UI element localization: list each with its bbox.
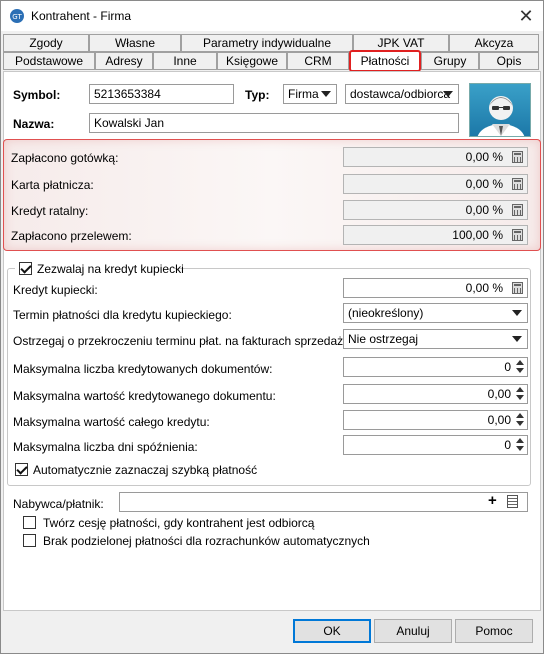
max-doc-value-label: Maksymalna wartość kredytowanego dokumen… [13,389,276,403]
kredyt-ratalny-field[interactable]: 0,00 % [343,200,528,220]
przelew-field[interactable]: 100,00 % [343,225,528,245]
max-total-label: Maksymalna wartość całego kredytu: [13,415,210,429]
calculator-icon[interactable] [512,229,523,241]
spinner-icon[interactable] [515,413,525,427]
karta-label: Karta płatnicza: [11,178,94,192]
app-icon: GT [10,9,24,23]
cancel-button[interactable]: Anuluj [374,619,452,643]
symbol-field[interactable]: 5213653384 [89,84,234,104]
calculator-icon[interactable] [512,178,523,190]
payer-field[interactable] [119,492,528,512]
przelew-value: 100,00 % [452,228,503,242]
typ-select[interactable]: Firma [283,84,337,104]
help-button[interactable]: Pomoc [455,619,533,643]
max-days-field[interactable]: 0 [343,435,528,455]
typ-label: Typ: [245,88,270,102]
split-payment-checkbox[interactable] [23,534,36,547]
karta-value: 0,00 % [465,177,503,191]
tab-crm[interactable]: CRM [287,52,349,70]
tab-zgody[interactable]: Zgody [3,34,89,52]
max-docs-field[interactable]: 0 [343,357,528,377]
list-icon[interactable] [507,495,518,508]
tab-podstawowe[interactable]: Podstawowe [3,52,95,70]
typ2-select[interactable]: dostawca/odbiorca [345,84,459,104]
kredyt-ratalny-label: Kredyt ratalny: [11,204,89,218]
person-icon [477,96,525,136]
gotowka-field[interactable]: 0,00 % [343,147,528,167]
dialog-window: GT Kontrahent - Firma ✕ Zgody Własne Par… [0,0,544,654]
tab-grupy[interactable]: Grupy [421,52,479,70]
calculator-icon[interactable] [512,151,523,163]
max-total-value: 0,00 [487,413,511,427]
kredyt-ratalny-value: 0,00 % [465,203,503,217]
max-doc-value-field[interactable]: 0,00 [343,384,528,404]
enable-credit-checkbox[interactable] [19,262,32,275]
max-total-field[interactable]: 0,00 [343,410,528,430]
cesja-label: Twórz cesję płatności, gdy kontrahent je… [43,516,315,530]
kredyt-kupiecki-field[interactable]: 0,00 % [343,278,528,298]
max-docs-value: 0 [504,360,511,374]
tab-inne[interactable]: Inne [153,52,217,70]
nazwa-field[interactable]: Kowalski Jan [89,113,459,133]
add-icon[interactable]: + [488,493,497,509]
payer-label: Nabywca/płatnik: [13,497,104,511]
tab-ksiegowe[interactable]: Księgowe [217,52,287,70]
chevron-down-icon [512,336,522,342]
kredyt-kupiecki-value: 0,00 % [465,281,503,295]
typ-value: Firma [288,87,319,101]
close-icon[interactable]: ✕ [515,5,537,27]
window-title: Kontrahent - Firma [31,9,132,23]
spinner-icon[interactable] [515,387,525,401]
chevron-down-icon [512,310,522,316]
termin-label: Termin płatności dla kredytu kupieckiego… [13,308,232,322]
max-days-value: 0 [504,438,511,452]
spinner-icon[interactable] [515,438,525,452]
tab-akcyza[interactable]: Akcyza [449,34,539,52]
enable-credit-label: Zezwalaj na kredyt kupiecki [37,262,184,276]
gotowka-value: 0,00 % [465,150,503,164]
karta-field[interactable]: 0,00 % [343,174,528,194]
gotowka-label: Zapłacono gotówką: [11,151,119,165]
typ2-value: dostawca/odbiorca [350,87,451,101]
cesja-checkbox[interactable] [23,516,36,529]
kredyt-kupiecki-label: Kredyt kupiecki: [13,283,98,297]
ostrzegaj-value: Nie ostrzegaj [348,332,419,346]
ostrzegaj-label: Ostrzegaj o przekroczeniu terminu płat. … [13,334,353,348]
auto-quick-payment-checkbox[interactable] [15,463,28,476]
avatar[interactable] [469,83,531,137]
tab-parametry-indywidualne[interactable]: Parametry indywidualne [181,34,353,52]
max-days-label: Maksymalna liczba dni spóźnienia: [13,440,198,454]
title-bar: GT Kontrahent - Firma ✕ [1,1,543,31]
spinner-icon[interactable] [515,360,525,374]
max-doc-value-value: 0,00 [487,387,511,401]
chevron-down-icon [321,91,331,97]
symbol-label: Symbol: [13,88,61,102]
max-docs-label: Maksymalna liczba kredytowanych dokument… [13,362,273,376]
ok-button[interactable]: OK [293,619,371,643]
auto-quick-payment-label: Automatycznie zaznaczaj szybką płatność [33,463,258,477]
tab-opis[interactable]: Opis [479,52,539,70]
calculator-icon[interactable] [512,204,523,216]
tab-platnosci[interactable]: Płatności [349,50,421,72]
przelew-label: Zapłacono przelewem: [11,229,132,243]
tab-wlasne[interactable]: Własne [89,34,181,52]
chevron-down-icon [443,91,453,97]
split-payment-label: Brak podzielonej płatności dla rozrachun… [43,534,370,548]
termin-select[interactable]: (nieokreślony) [343,303,528,323]
calculator-icon[interactable] [512,282,523,294]
svg-text:GT: GT [12,13,22,21]
ostrzegaj-select[interactable]: Nie ostrzegaj [343,329,528,349]
nazwa-label: Nazwa: [13,117,55,131]
tab-adresy[interactable]: Adresy [95,52,153,70]
termin-value: (nieokreślony) [348,306,424,320]
